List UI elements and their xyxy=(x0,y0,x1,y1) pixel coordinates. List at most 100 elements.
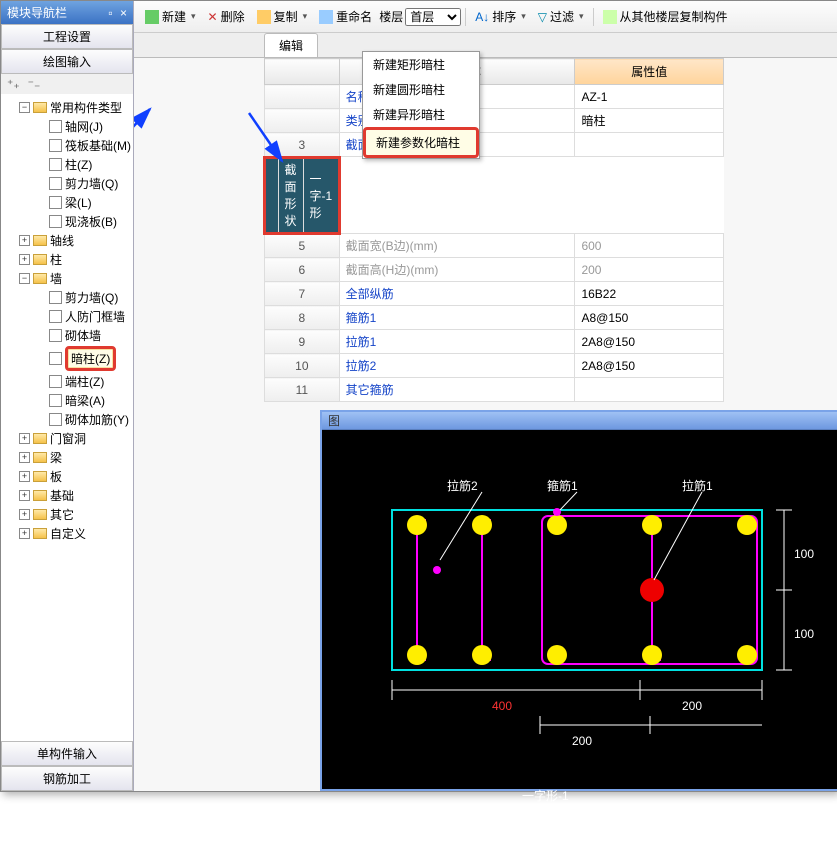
tree-toggle[interactable]: + xyxy=(19,433,30,444)
property-row[interactable]: 截面形状一字-1形 xyxy=(265,158,339,233)
delete-button[interactable]: ✕删除 xyxy=(203,5,250,28)
draw-input-button[interactable]: 绘图输入 xyxy=(1,49,133,74)
property-row[interactable]: 8箍筋1A8@150 xyxy=(265,306,724,330)
folder-icon xyxy=(33,452,47,463)
property-row[interactable]: 类别暗柱 xyxy=(265,109,724,133)
diagram-title: 图 xyxy=(322,412,837,430)
property-row[interactable]: 名称AZ-1 xyxy=(265,85,724,109)
tree-item[interactable]: 砌体加筋(Y) xyxy=(65,411,129,428)
tree-toggle[interactable]: + xyxy=(19,509,30,520)
settings-button[interactable]: 工程设置 xyxy=(1,24,133,49)
item-icon xyxy=(49,329,62,342)
item-icon xyxy=(49,394,62,407)
panel-title-bar: 模块导航栏 ▫ × xyxy=(1,1,133,24)
menu-item-circle[interactable]: 新建圆形暗柱 xyxy=(363,77,479,102)
folder-icon xyxy=(33,433,47,444)
svg-text:100: 100 xyxy=(794,627,814,641)
tree-group[interactable]: 轴线 xyxy=(50,232,74,249)
tree-item[interactable]: 轴网(J) xyxy=(65,118,103,135)
tree-group[interactable]: 柱 xyxy=(50,251,62,268)
tree-item[interactable]: 砌体墙 xyxy=(65,327,101,344)
column-icon xyxy=(49,158,62,171)
filter-button[interactable]: ▽过滤 xyxy=(533,5,589,28)
collapse-icon[interactable]: ⁻₋ xyxy=(28,77,41,91)
svg-text:200: 200 xyxy=(572,734,592,748)
menu-item-parametric[interactable]: 新建参数化暗柱 xyxy=(363,127,479,158)
tree-item[interactable]: 剪力墙(Q) xyxy=(65,175,118,192)
pin-icon[interactable]: ▫ xyxy=(108,6,112,20)
tree-item[interactable]: 暗梁(A) xyxy=(65,392,105,409)
folder-icon xyxy=(33,273,47,284)
tree-group[interactable]: 墙 xyxy=(50,270,62,287)
tree-item[interactable]: 柱(Z) xyxy=(65,156,92,173)
rename-icon xyxy=(319,10,333,24)
property-row[interactable]: 9拉筋12A8@150 xyxy=(265,330,724,354)
tree-group[interactable]: 基础 xyxy=(50,487,74,504)
folder-icon xyxy=(33,528,47,539)
floor-label: 楼层 xyxy=(379,8,403,25)
tree-item-hidden-column[interactable]: 暗柱(Z) xyxy=(65,346,116,371)
tree-item[interactable]: 人防门框墙 xyxy=(65,308,125,325)
tree-toggle[interactable]: − xyxy=(19,273,30,284)
copy-from-icon xyxy=(603,10,617,24)
tree-item[interactable]: 端柱(Z) xyxy=(65,373,104,390)
tree-group[interactable]: 板 xyxy=(50,468,62,485)
expand-icon[interactable]: ⁺₊ xyxy=(7,77,20,91)
new-button[interactable]: 新建 xyxy=(140,5,201,28)
tree-toggle[interactable]: + xyxy=(19,490,30,501)
tree-group[interactable]: 其它 xyxy=(50,506,74,523)
tree-group[interactable]: 梁 xyxy=(50,449,62,466)
rebar-process-button[interactable]: 钢筋加工 xyxy=(1,766,133,791)
property-row[interactable]: 7全部纵筋16B22 xyxy=(265,282,724,306)
section-svg: 拉筋2 箍筋1 拉筋1 400 200 200 100 100 一字形-1 xyxy=(322,430,837,842)
mini-toolbar: ⁺₊ ⁻₋ xyxy=(1,74,133,94)
rename-button[interactable]: 重命名 xyxy=(314,5,377,28)
item-icon xyxy=(49,310,62,323)
tree-item[interactable]: 筏板基础(M) xyxy=(65,137,131,154)
tree-item[interactable]: 剪力墙(Q) xyxy=(65,289,118,306)
property-row[interactable]: 6截面高(H边)(mm)200 xyxy=(265,258,724,282)
folder-icon xyxy=(33,490,47,501)
property-row[interactable]: 3截面编辑 xyxy=(265,133,724,157)
grid-icon xyxy=(49,120,62,133)
left-sidebar: 模块导航栏 ▫ × 工程设置 绘图输入 ⁺₊ ⁻₋ − 常用构件类型 轴网(J) … xyxy=(1,1,134,791)
panel-title: 模块导航栏 xyxy=(7,4,67,21)
svg-text:拉筋2: 拉筋2 xyxy=(447,478,478,493)
folder-icon xyxy=(33,254,47,265)
component-tree[interactable]: − 常用构件类型 轴网(J) 筏板基础(M) 柱(Z) 剪力墙(Q) 梁(L) 现… xyxy=(1,94,133,741)
tree-toggle[interactable]: − xyxy=(19,102,30,113)
single-component-button[interactable]: 单构件输入 xyxy=(1,741,133,766)
tree-toggle[interactable]: + xyxy=(19,452,30,463)
close-icon[interactable]: × xyxy=(120,6,127,20)
tree-item[interactable]: 梁(L) xyxy=(65,194,92,211)
tree-toggle[interactable]: + xyxy=(19,235,30,246)
property-row[interactable]: 5截面宽(B边)(mm)600 xyxy=(265,234,724,258)
tree-group[interactable]: 门窗洞 xyxy=(50,430,86,447)
copy-icon xyxy=(257,10,271,24)
tree-group[interactable]: 自定义 xyxy=(50,525,86,542)
beam-icon xyxy=(49,196,62,209)
property-row[interactable]: 10拉筋22A8@150 xyxy=(265,354,724,378)
svg-text:100: 100 xyxy=(794,547,814,561)
item-icon xyxy=(49,413,62,426)
section-diagram: 图 拉筋2 箍筋1 xyxy=(320,410,837,791)
copy-from-floor-button[interactable]: 从其他楼层复制构件 xyxy=(598,5,733,28)
main-area: 新建 ✕删除 复制 重命名 楼层 首层 A↓排序 ▽过滤 从其他楼层复制构件 新… xyxy=(134,1,837,791)
tree-toggle[interactable]: + xyxy=(19,254,30,265)
copy-button[interactable]: 复制 xyxy=(252,5,313,28)
filter-icon: ▽ xyxy=(538,10,547,24)
tree-root[interactable]: 常用构件类型 xyxy=(50,99,122,116)
tab-edit[interactable]: 编辑 xyxy=(264,33,318,57)
tree-toggle[interactable]: + xyxy=(19,471,30,482)
floor-select[interactable]: 首层 xyxy=(405,8,461,26)
property-row[interactable]: 11其它箍筋 xyxy=(265,378,724,402)
svg-text:拉筋1: 拉筋1 xyxy=(682,478,713,493)
tree-toggle[interactable]: + xyxy=(19,528,30,539)
folder-icon xyxy=(33,471,47,482)
tree-item[interactable]: 现浇板(B) xyxy=(65,213,117,230)
slab-icon xyxy=(49,215,62,228)
sort-button[interactable]: A↓排序 xyxy=(470,5,531,28)
menu-item-irregular[interactable]: 新建异形暗柱 xyxy=(363,102,479,127)
menu-item-rect[interactable]: 新建矩形暗柱 xyxy=(363,52,479,77)
property-table: 属性名称属性值 名称AZ-1类别暗柱3截面编辑截面形状一字-1形5截面宽(B边)… xyxy=(264,58,724,402)
